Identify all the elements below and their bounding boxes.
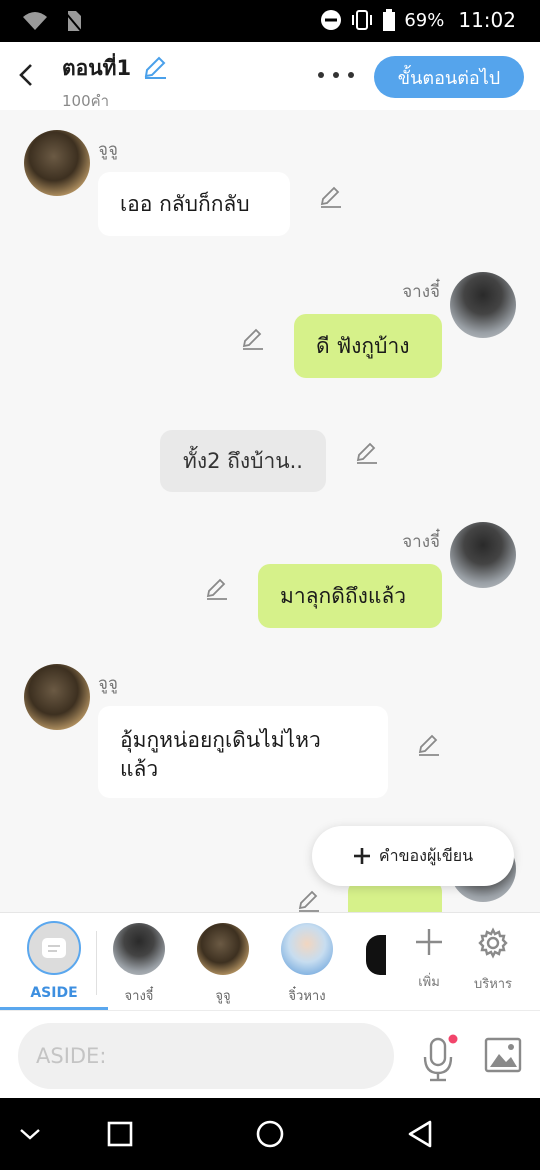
image-icon <box>484 1037 522 1073</box>
header: ตอนที่1 100คำ ขั้นตอนต่อไป <box>0 42 540 110</box>
author-note-button[interactable]: คำของผู้เขียน <box>312 826 514 886</box>
square-icon <box>107 1121 133 1147</box>
character-label: จางจี๋ <box>124 989 154 1004</box>
no-sim-icon <box>64 11 82 32</box>
chevron-left-icon <box>19 64 32 86</box>
add-label: เพิ่ม <box>418 975 440 990</box>
character-jangji[interactable]: จางจี๋ <box>104 923 174 1006</box>
battery-icon <box>383 9 396 31</box>
avatar-juju[interactable] <box>24 664 90 730</box>
nav-recents-button[interactable] <box>104 1118 136 1150</box>
character-jiewhang[interactable]: จิ๋วหาง <box>272 923 342 1006</box>
microphone-icon <box>423 1034 458 1082</box>
character-juju[interactable]: จูจู <box>188 923 258 1006</box>
back-button[interactable] <box>14 60 38 90</box>
sender-name: จางจี๋ <box>402 282 440 302</box>
nav-collapse-button[interactable] <box>14 1118 46 1150</box>
clock: 11:02 <box>458 8 516 32</box>
edit-message-icon[interactable] <box>416 732 442 758</box>
edit-message-icon[interactable] <box>240 326 266 352</box>
next-step-button[interactable]: ขั้นตอนต่อไป <box>374 56 524 98</box>
sender-name: จางจี๋ <box>402 532 440 552</box>
divider <box>96 931 97 995</box>
message-bubble[interactable]: ดี ฟังกูบ้าง <box>294 314 442 378</box>
pencil-icon <box>144 56 167 79</box>
sender-name: จูจู <box>98 140 118 160</box>
plus-icon <box>416 929 442 955</box>
aside-input[interactable] <box>18 1023 394 1089</box>
triangle-back-icon <box>408 1120 432 1148</box>
character-avatar <box>113 923 165 975</box>
edit-message-icon[interactable] <box>354 440 380 466</box>
manage-characters-button[interactable]: บริหาร <box>458 927 528 994</box>
avatar-jangji[interactable] <box>450 272 516 338</box>
message-line: อุ้มกูหน่อยกูเดินไม่ไหว <box>120 728 321 752</box>
character-label: จูจู <box>215 989 231 1004</box>
insert-image-button[interactable] <box>484 1037 522 1073</box>
nav-back-button[interactable] <box>404 1118 436 1150</box>
author-note-label: คำของผู้เขียน <box>378 845 474 865</box>
character-label: จิ๋วหาง <box>288 989 326 1004</box>
episode-title: ตอนที่1 <box>62 56 132 80</box>
chevron-down-icon <box>20 1129 40 1140</box>
vibrate-icon <box>352 10 373 30</box>
aside-icon <box>42 938 66 958</box>
gear-icon <box>478 927 508 959</box>
system-nav-bar <box>0 1098 540 1170</box>
battery-percent: 69% <box>404 9 445 31</box>
dnd-icon <box>321 10 342 30</box>
aside-avatar <box>27 921 81 975</box>
avatar-juju[interactable] <box>24 130 90 196</box>
more-options-button[interactable] <box>318 64 354 86</box>
circle-icon <box>256 1120 284 1148</box>
nav-home-button[interactable] <box>254 1118 286 1150</box>
add-character-button[interactable]: เพิ่ม <box>394 927 464 992</box>
aside-tab[interactable]: ASIDE <box>18 921 90 1001</box>
voice-input-button[interactable] <box>420 1033 460 1083</box>
message-bubble[interactable]: มาลุกดิถึงแล้ว <box>258 564 442 628</box>
message-bubble[interactable]: เออ กลับก็กลับ <box>98 172 290 236</box>
title-area: ตอนที่1 100คำ <box>62 52 168 113</box>
plus-icon <box>353 848 370 864</box>
status-bar: 69% 11:02 <box>0 0 540 42</box>
narration-bubble[interactable]: ทั้ง2 ถึงบ้าน.. <box>160 430 326 492</box>
character-avatar <box>197 923 249 975</box>
wifi-icon <box>23 12 47 30</box>
sender-name: จูจู <box>98 674 118 694</box>
input-bar <box>0 1010 540 1098</box>
edit-title-button[interactable] <box>142 54 168 84</box>
manage-label: บริหาร <box>473 977 513 992</box>
message-bubble[interactable]: อุ้มกูหน่อยกูเดินไม่ไหว แล้ว <box>98 706 388 798</box>
avatar-jangji[interactable] <box>450 522 516 588</box>
character-avatar <box>281 923 333 975</box>
edit-message-icon[interactable] <box>204 576 230 602</box>
aside-label: ASIDE <box>30 985 78 1001</box>
chat-area[interactable]: จูจู เออ กลับก็กลับ จางจี๋ ดี ฟังกูบ้าง … <box>0 110 540 912</box>
message-line: แล้ว <box>120 757 159 781</box>
character-bar: ASIDE จางจี๋ จูจู จิ๋วหาง เพิ่ม บริหาร <box>0 912 540 1011</box>
edit-message-icon[interactable] <box>318 184 344 210</box>
edit-message-icon[interactable] <box>296 888 322 912</box>
character-partial-avatar[interactable] <box>366 935 386 975</box>
